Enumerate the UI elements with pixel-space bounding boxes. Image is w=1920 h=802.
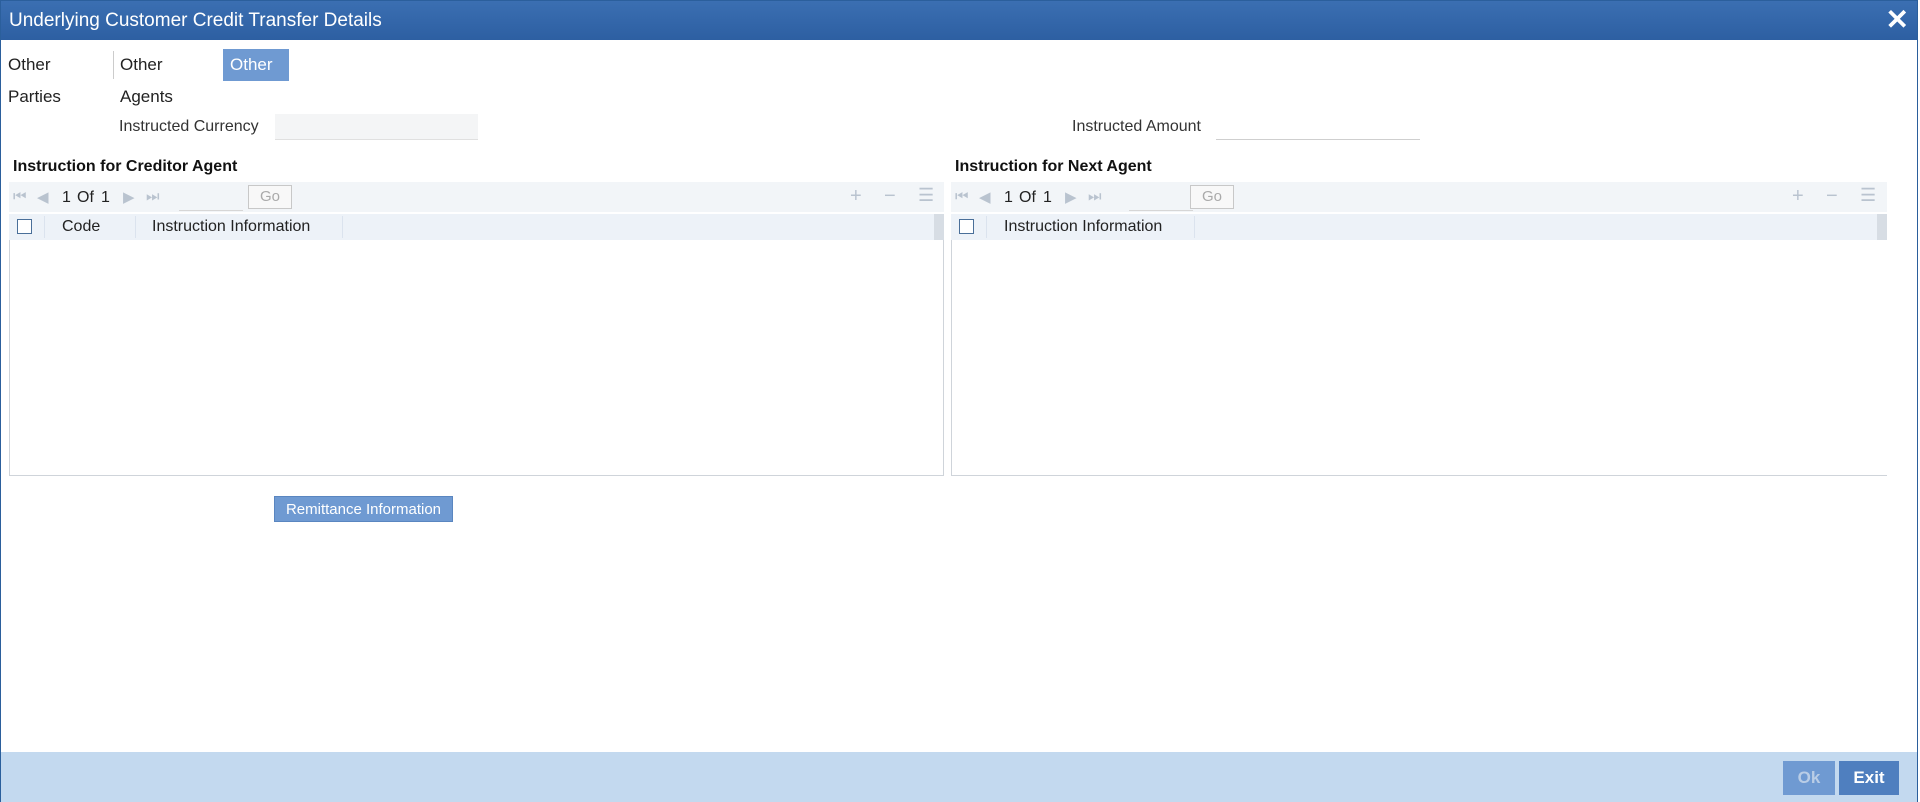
- list-view-icon[interactable]: ☰: [918, 185, 934, 206]
- column-divider: [1194, 216, 1195, 238]
- dialog-title: Underlying Customer Credit Transfer Deta…: [9, 10, 382, 31]
- tab-other-parties[interactable]: Other Parties: [1, 49, 68, 106]
- last-page-icon[interactable]: ⏭: [1088, 188, 1102, 205]
- next-page-icon[interactable]: ▶: [123, 188, 135, 206]
- remittance-information-button[interactable]: Remittance Information: [274, 496, 453, 522]
- page-number-input[interactable]: [179, 186, 243, 211]
- prev-page-icon[interactable]: ◀: [979, 188, 991, 206]
- last-page-icon[interactable]: ⏭: [146, 188, 160, 205]
- first-page-icon[interactable]: ⏮: [13, 188, 27, 205]
- tab-other-agents[interactable]: Other Agents: [113, 49, 180, 106]
- grid-header: Code Instruction Information: [9, 214, 944, 240]
- creditor-agent-section-title: Instruction for Creditor Agent: [13, 158, 238, 175]
- vertical-scrollbar[interactable]: [934, 214, 944, 240]
- plus-icon[interactable]: +: [850, 185, 862, 208]
- page-current: 1: [62, 189, 71, 206]
- instructed-currency-label: Instructed Currency: [119, 118, 259, 135]
- minus-icon[interactable]: −: [1826, 185, 1838, 208]
- instructed-amount-field[interactable]: [1216, 114, 1420, 140]
- vertical-scrollbar[interactable]: [1877, 214, 1887, 240]
- column-divider: [342, 216, 343, 238]
- grid-toolbar: ⏮ ◀ 1 Of 1 ▶ ⏭ Go + − ☰: [9, 182, 944, 212]
- ok-button[interactable]: Ok: [1783, 761, 1835, 795]
- grid-body: [9, 240, 944, 476]
- column-divider: [44, 216, 45, 238]
- page-total: 1: [101, 189, 110, 206]
- instructed-currency-field[interactable]: [275, 114, 478, 140]
- plus-icon[interactable]: +: [1792, 185, 1804, 208]
- select-all-checkbox[interactable]: [959, 219, 974, 234]
- page-number-input[interactable]: [1129, 186, 1193, 211]
- next-agent-section-title: Instruction for Next Agent: [955, 158, 1152, 175]
- page-total: 1: [1043, 189, 1052, 206]
- grid-header: Instruction Information: [951, 214, 1887, 240]
- column-header-instruction-information[interactable]: Instruction Information: [152, 218, 310, 236]
- instructed-amount-label: Instructed Amount: [1072, 118, 1201, 135]
- exit-button[interactable]: Exit: [1839, 761, 1899, 795]
- minus-icon[interactable]: −: [884, 185, 896, 208]
- go-button[interactable]: Go: [248, 185, 292, 209]
- column-header-instruction-information[interactable]: Instruction Information: [1004, 218, 1162, 236]
- go-button[interactable]: Go: [1190, 185, 1234, 209]
- tab-other-details[interactable]: Other Details: [223, 49, 289, 106]
- title-bar: Underlying Customer Credit Transfer Deta…: [1, 1, 1917, 40]
- list-view-icon[interactable]: ☰: [1860, 185, 1876, 206]
- close-icon[interactable]: ✕: [1886, 5, 1909, 35]
- grid-body: [951, 240, 1887, 476]
- column-header-code[interactable]: Code: [62, 218, 100, 236]
- page-of: Of: [77, 189, 94, 206]
- first-page-icon[interactable]: ⏮: [955, 188, 969, 205]
- page-current: 1: [1004, 189, 1013, 206]
- grid-toolbar: ⏮ ◀ 1 Of 1 ▶ ⏭ Go + − ☰: [951, 182, 1887, 212]
- footer-bar: Ok Exit: [1, 752, 1917, 802]
- creditor-agent-grid: ⏮ ◀ 1 Of 1 ▶ ⏭ Go + − ☰ Code Instruction…: [9, 182, 944, 476]
- prev-page-icon[interactable]: ◀: [37, 188, 49, 206]
- next-agent-grid: ⏮ ◀ 1 Of 1 ▶ ⏭ Go + − ☰ Instruction Info…: [951, 182, 1887, 476]
- column-divider: [135, 216, 136, 238]
- dialog-window: Underlying Customer Credit Transfer Deta…: [0, 0, 1918, 802]
- page-of: Of: [1019, 189, 1036, 206]
- next-page-icon[interactable]: ▶: [1065, 188, 1077, 206]
- select-all-checkbox[interactable]: [17, 219, 32, 234]
- column-divider: [986, 216, 987, 238]
